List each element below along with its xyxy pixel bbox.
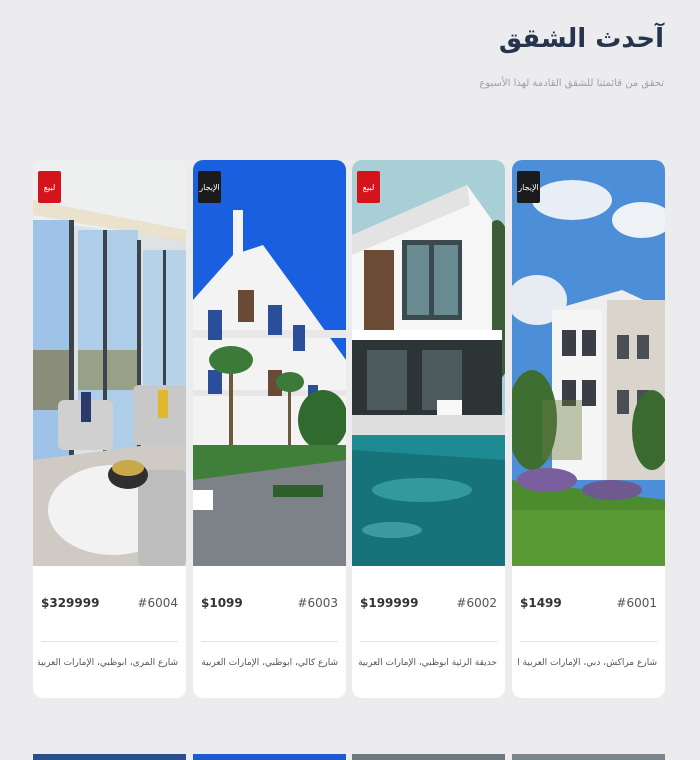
card-divider [41, 641, 178, 642]
modern-apartment-garden-photo[interactable]: الإيجار [512, 160, 665, 566]
listing-id: #6001 [616, 596, 657, 610]
next-row-card-top [512, 754, 665, 760]
listing-address: شارع المرى، أبوظبي، الإمارات العربية الم… [38, 658, 178, 668]
listing-card[interactable]: لبيع $329999 #6004 شارع المرى، أبوظبي، ا… [33, 160, 186, 698]
next-row-card-top [352, 754, 505, 760]
listing-price: $199999 [360, 596, 419, 610]
white-building-palms-photo[interactable]: الإيجار [193, 160, 346, 566]
listing-card[interactable]: لبيع $199999 #6002 حديقة الرئية أبوظبي، … [352, 160, 505, 698]
section-subtitle: تحقق من قائمتنا للشقق القادمة لهذا الأسب… [479, 78, 664, 89]
living-room-interior-photo[interactable]: لبيع [33, 160, 186, 566]
listing-id: #6004 [137, 596, 178, 610]
listing-price: $1099 [201, 596, 243, 610]
listing-address: شارع كالي، أبوظبي، الإمارات العربية المت… [198, 658, 338, 668]
listing-card[interactable]: الإيجار $1099 #6003 شارع كالي، أبوظبي، ا… [193, 160, 346, 698]
villa-with-pool-photo[interactable]: لبيع [352, 160, 505, 566]
listing-price: $1499 [520, 596, 562, 610]
sale-badge: لبيع [38, 171, 61, 203]
rent-badge: الإيجار [517, 171, 540, 203]
listings-grid: لبيع $329999 #6004 شارع المرى، أبوظبي، ا… [33, 160, 665, 698]
card-divider [520, 641, 657, 642]
card-divider [360, 641, 497, 642]
listing-address: شارع مراكش، دبي، الإمارات العربية المتحد… [517, 658, 657, 668]
next-row-card-top [33, 754, 186, 760]
card-divider [201, 641, 338, 642]
listing-id: #6003 [297, 596, 338, 610]
rent-badge: الإيجار [198, 171, 221, 203]
listing-card[interactable]: الإيجار $1499 #6001 شارع مراكش، دبي، الإ… [512, 160, 665, 698]
next-row-card-top [193, 754, 346, 760]
listing-id: #6002 [456, 596, 497, 610]
sale-badge: لبيع [357, 171, 380, 203]
listing-price: $329999 [41, 596, 100, 610]
section-title: آحدث الشقق [498, 24, 664, 54]
listing-address: حديقة الرئية أبوظبي، الإمارات العربية ال… [357, 658, 497, 668]
